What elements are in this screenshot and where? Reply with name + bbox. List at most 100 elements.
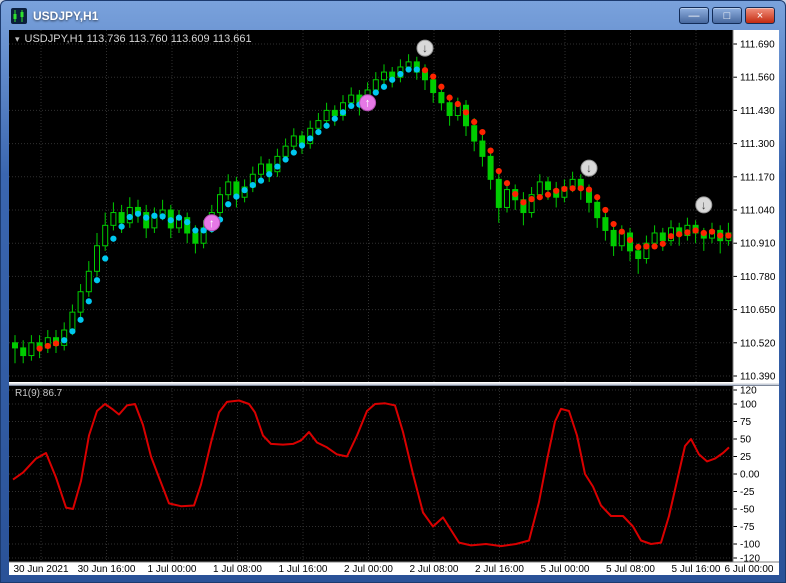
trend-dot <box>520 199 527 206</box>
window-title: USDJPY,H1 <box>33 8 99 23</box>
price-tick-label: 111.040 <box>740 206 775 217</box>
indicator-tick-label: -75 <box>740 522 755 533</box>
trend-dot <box>118 223 125 230</box>
candle-body <box>635 250 642 260</box>
titlebar[interactable]: USDJPY,H1 — □ × <box>9 1 777 30</box>
candle-body <box>372 79 379 91</box>
time-tick-label: 5 Jul 16:00 <box>672 564 721 575</box>
candle-body <box>618 232 625 247</box>
price-tick-label: 111.170 <box>740 172 775 183</box>
minimize-button[interactable]: — <box>679 7 709 24</box>
up-arrow-icon: ↑ <box>365 96 371 110</box>
trend-dot <box>315 129 322 136</box>
candle-body <box>28 342 35 357</box>
indicator-tick-label: -50 <box>740 505 755 516</box>
candle-body <box>602 217 609 231</box>
trend-dot <box>421 67 429 74</box>
trend-dot <box>553 187 560 194</box>
trend-dot <box>659 240 666 247</box>
time-tick-label: 1 Jul 16:00 <box>279 564 328 575</box>
price-tick-label: 111.300 <box>740 139 775 150</box>
trend-dot <box>471 118 478 125</box>
trend-dot <box>331 115 338 122</box>
candle-body <box>258 163 264 175</box>
trend-dot <box>307 135 314 142</box>
price-tick-label: 110.390 <box>740 372 776 383</box>
time-tick-label: 6 Jul 00:00 <box>725 564 774 575</box>
candle-body <box>12 342 18 349</box>
candle-body <box>77 291 84 313</box>
candle-body <box>487 155 494 180</box>
trend-dot <box>479 129 486 136</box>
panel-splitter[interactable] <box>9 382 779 386</box>
candle-body <box>504 189 510 208</box>
price-tick-label: 110.910 <box>740 239 776 250</box>
price-chart-surface[interactable]: 30 Jun 2021 30 Jun 16:00 1 Jul 00:00 1 Jul … <box>9 30 779 575</box>
candle-body <box>446 102 453 117</box>
time-tick-label: 30 Jun 16:00 <box>78 564 136 575</box>
indicator-tick-label: 100 <box>740 400 757 411</box>
trend-dot <box>454 100 461 108</box>
trend-dot <box>126 213 133 221</box>
candle-body <box>545 181 551 191</box>
candle-body <box>479 140 486 157</box>
trend-dot <box>380 83 388 90</box>
indicator-tick-label: -25 <box>740 487 755 498</box>
trend-dot <box>184 219 191 226</box>
time-tick-label: 2 Jul 16:00 <box>475 564 524 575</box>
trend-dot <box>339 109 347 116</box>
candle-body <box>102 224 109 247</box>
candle-body <box>94 245 100 272</box>
trend-dot <box>717 232 724 239</box>
trend-dot <box>274 163 281 170</box>
candle-body <box>20 347 27 357</box>
candle-body <box>315 120 322 129</box>
candle-body <box>192 232 199 244</box>
main-plot-background <box>9 30 733 382</box>
trend-dot <box>626 236 634 244</box>
close-button[interactable]: × <box>745 7 775 24</box>
trend-dot <box>389 76 396 83</box>
trend-dot <box>585 186 593 193</box>
time-tick-label: 2 Jul 08:00 <box>410 564 459 575</box>
restore-button[interactable]: □ <box>712 7 742 24</box>
trend-dot <box>569 185 576 192</box>
trend-dot <box>413 66 420 73</box>
indicator-tick-label: -120 <box>740 554 760 565</box>
indicator-tick-label: -100 <box>740 540 760 551</box>
trend-dot <box>528 196 535 203</box>
trend-dot <box>298 142 306 149</box>
trend-dot <box>438 83 445 90</box>
indicator-tick-label: 75 <box>740 417 752 428</box>
trend-dot <box>692 227 699 234</box>
indicator-tick-label: 50 <box>740 435 752 446</box>
trend-dot <box>536 194 543 201</box>
trend-dot <box>233 193 240 200</box>
trend-dot <box>151 212 158 219</box>
candle-body <box>389 71 396 78</box>
candle-body <box>594 201 601 219</box>
candle-body <box>118 212 125 224</box>
trend-dot <box>643 243 650 250</box>
trend-dot <box>618 228 625 235</box>
price-tick-label: 110.520 <box>740 338 776 349</box>
chart-client-area: 30 Jun 2021 30 Jun 16:00 1 Jul 00:00 1 Jul … <box>9 30 779 575</box>
trend-dot <box>348 102 355 110</box>
trend-dot <box>594 194 601 201</box>
trend-dot <box>503 180 511 187</box>
trend-dot <box>372 89 379 96</box>
down-arrow-icon: ↓ <box>586 161 592 175</box>
trend-dot <box>282 156 289 163</box>
trend-dot <box>725 232 732 239</box>
candle-body <box>495 178 502 208</box>
candle-body <box>85 270 92 293</box>
trend-dot <box>495 167 502 175</box>
candle-body <box>266 163 273 173</box>
candle-body <box>659 232 666 242</box>
time-tick-label: 5 Jul 00:00 <box>541 564 590 575</box>
trend-dot <box>167 217 174 224</box>
trend-dot <box>487 147 494 154</box>
trend-dot <box>397 70 404 78</box>
trend-dot <box>610 220 617 228</box>
trend-dot <box>159 213 166 220</box>
